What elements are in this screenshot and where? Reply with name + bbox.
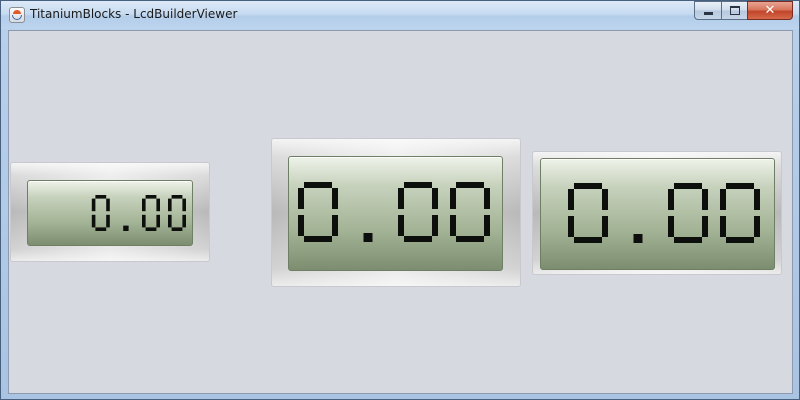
- lcd-segment-e: [298, 215, 304, 236]
- maximize-icon: [729, 6, 740, 15]
- close-icon: ✕: [764, 3, 776, 18]
- lcd-segment-b: [182, 198, 186, 212]
- lcd-small: 0.00: [10, 162, 210, 262]
- lcd-digit: [450, 182, 490, 242]
- lcd-digit: [142, 195, 160, 231]
- lcd-segment-b: [702, 189, 708, 210]
- lcd-segment-e: [168, 214, 172, 228]
- lcd-segment-b: [432, 188, 438, 209]
- lcd-segment-d: [171, 227, 183, 231]
- app-window: TitaniumBlocks - LcdBuilderViewer ✕ 0.00…: [0, 0, 800, 400]
- lcd-segment-b: [106, 198, 110, 212]
- lcd-segment-d: [304, 236, 332, 242]
- lcd-large-screen: 0.00: [540, 158, 775, 270]
- lcd-segment-c: [332, 215, 338, 236]
- lcd-segment-a: [304, 182, 332, 188]
- lcd-segment-b: [156, 198, 160, 212]
- lcd-segment-c: [602, 216, 608, 237]
- lcd-decimal-point: [123, 225, 129, 231]
- lcd-segment-a: [171, 195, 183, 199]
- lcd-medium: 0.00: [271, 138, 521, 287]
- lcd-segment-c: [702, 216, 708, 237]
- lcd-segment-f: [668, 189, 674, 210]
- minimize-icon: [703, 12, 713, 15]
- lcd-segment-d: [456, 236, 484, 242]
- lcd-segment-f: [142, 198, 146, 212]
- lcd-segment-c: [156, 214, 160, 228]
- lcd-value: 0.00: [91, 195, 186, 231]
- lcd-digit: [398, 182, 438, 242]
- lcd-segment-a: [404, 182, 432, 188]
- lcd-digit: [720, 183, 760, 243]
- lcd-segment-e: [142, 214, 146, 228]
- lcd-segment-a: [726, 183, 754, 189]
- lcd-large: 0.00: [532, 151, 782, 275]
- lcd-segment-d: [574, 237, 602, 243]
- lcd-segment-a: [674, 183, 702, 189]
- lcd-small-readout: 0.00: [91, 195, 186, 231]
- lcd-segment-a: [95, 195, 107, 199]
- window-controls: ✕: [694, 1, 793, 21]
- lcd-segment-e: [91, 214, 96, 228]
- lcd-segment-e: [450, 215, 456, 236]
- lcd-segment-f: [168, 198, 172, 212]
- lcd-segment-e: [568, 216, 574, 237]
- lcd-medium-readout: 0.00: [298, 182, 490, 242]
- java-cup-icon[interactable]: [9, 7, 25, 23]
- lcd-decimal-point: [633, 234, 643, 243]
- lcd-digit: [168, 195, 186, 231]
- lcd-digit: [568, 183, 608, 243]
- lcd-segment-e: [668, 216, 674, 237]
- lcd-segment-d: [404, 236, 432, 242]
- lcd-value: 0.00: [298, 182, 490, 242]
- lcd-segment-f: [91, 198, 96, 212]
- lcd-segment-a: [456, 182, 484, 188]
- lcd-segment-f: [398, 188, 404, 209]
- lcd-small-screen: 0.00: [27, 180, 193, 246]
- close-button[interactable]: ✕: [747, 1, 793, 20]
- lcd-segment-f: [450, 188, 456, 209]
- title-bar[interactable]: TitaniumBlocks - LcdBuilderViewer ✕: [1, 1, 799, 29]
- lcd-segment-a: [574, 183, 602, 189]
- maximize-button[interactable]: [721, 1, 747, 20]
- lcd-segment-b: [602, 189, 608, 210]
- lcd-segment-b: [754, 189, 760, 210]
- lcd-segment-d: [726, 237, 754, 243]
- lcd-segment-c: [182, 214, 186, 228]
- lcd-segment-c: [432, 215, 438, 236]
- lcd-digit: [298, 182, 338, 242]
- lcd-segment-d: [674, 237, 702, 243]
- lcd-segment-a: [145, 195, 157, 199]
- window-title: TitaniumBlocks - LcdBuilderViewer: [30, 7, 238, 21]
- lcd-segment-d: [95, 227, 107, 231]
- lcd-medium-screen: 0.00: [288, 156, 503, 271]
- minimize-button[interactable]: [694, 1, 721, 20]
- lcd-segment-f: [568, 189, 574, 210]
- lcd-decimal-point: [363, 233, 373, 242]
- lcd-segment-d: [145, 227, 157, 231]
- lcd-value: 0.00: [568, 183, 760, 243]
- lcd-segment-e: [398, 215, 404, 236]
- lcd-segment-c: [754, 216, 760, 237]
- lcd-segment-b: [484, 188, 490, 209]
- lcd-segment-c: [484, 215, 490, 236]
- lcd-segment-b: [332, 188, 338, 209]
- lcd-segment-c: [106, 214, 110, 228]
- lcd-digit: [668, 183, 708, 243]
- lcd-segment-f: [298, 188, 304, 209]
- content-pane: 0.00 0.00 0.00: [8, 30, 793, 394]
- lcd-digit: [91, 195, 110, 231]
- lcd-large-readout: 0.00: [568, 183, 760, 243]
- lcd-segment-f: [720, 189, 726, 210]
- lcd-segment-e: [720, 216, 726, 237]
